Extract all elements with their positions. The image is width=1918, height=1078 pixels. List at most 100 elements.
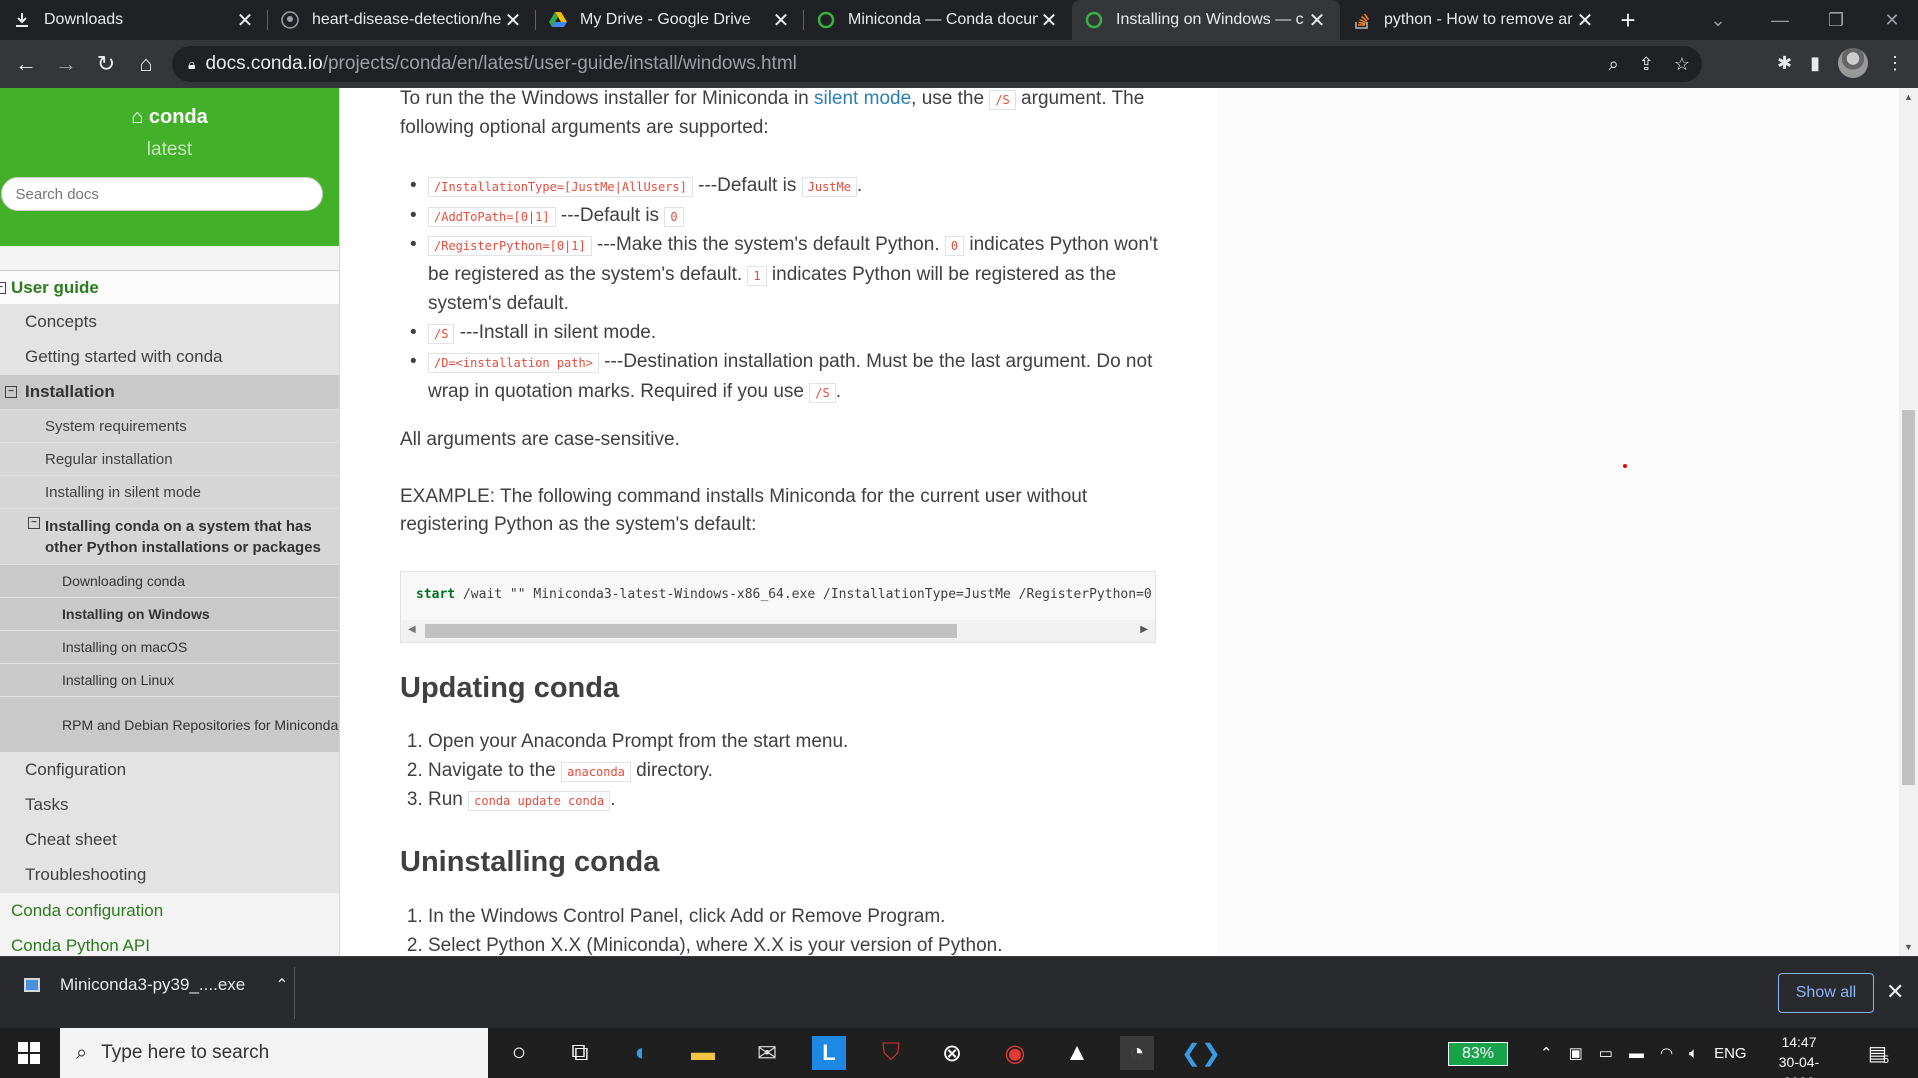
battery-icon[interactable]: ▬ [1629, 1045, 1644, 1062]
sidebar-item-installation[interactable]: − Installation [0, 375, 339, 410]
horizontal-scrollbar[interactable]: ◀ ▶ [401, 620, 1155, 642]
sidebar-item-tasks[interactable]: Tasks [0, 788, 339, 823]
installer-file-icon [24, 978, 40, 992]
close-icon[interactable]: ✕ [1574, 8, 1596, 33]
zoom-icon[interactable]: ⌕ [1609, 54, 1619, 75]
sidebar-item-silent-mode[interactable]: Installing in silent mode [0, 476, 339, 509]
sidebar-item-installing-windows[interactable]: Installing on Windows [0, 598, 339, 631]
language-indicator[interactable]: ENG [1714, 1045, 1747, 1062]
forward-arrow-icon[interactable]: → [46, 44, 86, 84]
cursor-dot [1623, 464, 1627, 468]
vscode-icon[interactable]: ❮❯ [1181, 1036, 1221, 1070]
share-icon[interactable]: ⇪ [1639, 54, 1654, 75]
collapse-icon[interactable]: − [0, 282, 6, 294]
back-arrow-icon[interactable]: ← [6, 44, 46, 84]
minimize-button[interactable]: — [1752, 0, 1808, 40]
scrollbar-thumb[interactable] [1902, 410, 1915, 785]
arguments-list: /InstallationType=[JustMe|AllUsers] ---D… [400, 172, 1170, 407]
tab-google-drive[interactable]: My Drive - Google Drive ✕ [536, 0, 804, 40]
sidebar-item-configuration[interactable]: Configuration [0, 753, 339, 788]
scroll-left-icon[interactable]: ◀ [408, 624, 416, 635]
task-view-icon[interactable]: ⧉ [563, 1036, 597, 1070]
sidebar-item-regular-installation[interactable]: Regular installation [0, 443, 339, 476]
chevron-up-icon[interactable]: ⌃ [275, 975, 288, 995]
battery-badge[interactable]: 83% [1448, 1042, 1508, 1066]
wifi-icon[interactable]: ◠ [1660, 1044, 1673, 1062]
mail-icon[interactable]: ✉ [750, 1036, 784, 1070]
chrome-icon[interactable]: ◉ [998, 1036, 1032, 1070]
taskbar-search[interactable]: ⌕ Type here to search [60, 1028, 488, 1078]
sidebar-item-getting-started[interactable]: Getting started with conda [0, 340, 339, 375]
sidebar-item-installing-macos[interactable]: Installing on macOS [0, 631, 339, 664]
reload-icon[interactable]: ↻ [86, 44, 126, 84]
sidebar-item-concepts[interactable]: Concepts [0, 305, 339, 340]
sidebar-item-rpm-debian[interactable]: RPM and Debian Repositories for Minicond… [0, 697, 339, 753]
sidebar-item-user-guide[interactable]: −User guide [0, 270, 339, 305]
clock[interactable]: 14:47 30-04-2022 [1764, 1032, 1834, 1078]
restore-button[interactable]: ❐ [1808, 0, 1864, 40]
collapse-icon[interactable]: − [28, 517, 40, 529]
new-tab-button[interactable]: + [1608, 0, 1648, 40]
extensions-icon[interactable]: ✱ [1777, 53, 1792, 74]
right-margin [1217, 88, 1899, 956]
sidebar-item-downloading-conda[interactable]: Downloading conda [0, 565, 339, 598]
side-panel-icon[interactable]: ▮ [1810, 53, 1820, 74]
scroll-down-icon[interactable]: ▼ [1904, 942, 1913, 952]
close-icon[interactable]: ✕ [1306, 8, 1328, 33]
sidebar-item-conda-configuration[interactable]: Conda configuration [0, 893, 339, 928]
list-item: /InstallationType=[JustMe|AllUsers] ---D… [400, 172, 1170, 202]
close-icon[interactable]: ✕ [770, 8, 792, 33]
scrollbar-thumb[interactable] [425, 624, 957, 638]
scroll-up-icon[interactable]: ▲ [1904, 92, 1913, 102]
close-icon[interactable]: ✕ [234, 8, 256, 33]
file-explorer-icon[interactable]: ▬ [686, 1036, 720, 1070]
address-bar[interactable]: 🔒︎ docs.conda.io/projects/conda/en/lates… [172, 46, 1702, 82]
windows-start-icon[interactable] [12, 1036, 46, 1070]
google-drive-icon [548, 10, 568, 30]
sidebar-item-conda-python-api[interactable]: Conda Python API [0, 928, 339, 956]
menu-icon[interactable]: ⋮ [1886, 53, 1904, 74]
tab-miniconda[interactable]: Miniconda — Conda docum ✕ [804, 0, 1072, 40]
avatar[interactable] [1838, 48, 1868, 78]
mcafee-icon[interactable]: ⛉ [874, 1036, 908, 1070]
tab-title: Installing on Windows — c [1116, 11, 1304, 28]
bookmark-star-icon[interactable]: ☆ [1674, 54, 1690, 75]
sidebar-item-installing-linux[interactable]: Installing on Linux [0, 664, 339, 697]
scroll-right-icon[interactable]: ▶ [1140, 624, 1148, 635]
close-icon[interactable]: ✕ [1886, 979, 1904, 1005]
project-title[interactable]: ⌂ conda [0, 106, 339, 129]
tab-github[interactable]: heart-disease-detection/he ✕ [268, 0, 536, 40]
volume-icon[interactable]: 🔈︎ [1689, 1045, 1698, 1062]
show-all-button[interactable]: Show all [1778, 973, 1874, 1013]
search-icon: ⌕ [76, 1041, 88, 1064]
tab-search-icon[interactable]: ⌄ [1690, 0, 1746, 40]
app-l-icon[interactable]: L [812, 1036, 846, 1070]
meet-icon[interactable]: ▣ [1569, 1044, 1583, 1062]
download-item[interactable]: Miniconda3-py39_....exe ⌃ [24, 975, 289, 995]
sidebar-item-troubleshooting[interactable]: Troubleshooting [0, 858, 339, 893]
silent-mode-link[interactable]: silent mode [814, 88, 911, 109]
tab-downloads[interactable]: Downloads ✕ [0, 0, 268, 40]
tab-installing-windows[interactable]: Installing on Windows — c ✕ [1072, 0, 1340, 40]
sidebar-item-cheat-sheet[interactable]: Cheat sheet [0, 823, 339, 858]
chevron-up-icon[interactable]: ⌃ [1540, 1044, 1553, 1062]
page-scrollbar[interactable]: ▲ ▼ [1899, 88, 1918, 956]
download-icon [12, 10, 32, 30]
display-icon[interactable]: ▭ [1599, 1044, 1613, 1062]
loading-icon [816, 10, 836, 30]
cortana-icon[interactable]: ○ [502, 1036, 536, 1070]
snip-icon[interactable]: ◔ [1120, 1036, 1154, 1070]
notification-center[interactable]: ▤ 5 [1868, 1028, 1889, 1078]
photos-icon[interactable]: ▲ [1060, 1036, 1094, 1070]
sidebar-item-other-python[interactable]: − Installing conda on a system that has o… [0, 509, 339, 565]
sidebar-item-system-requirements[interactable]: System requirements [0, 410, 339, 443]
tab-stackoverflow[interactable]: python - How to remove ar ✕ [1340, 0, 1608, 40]
edge-icon[interactable]: ◐ [625, 1036, 659, 1070]
search-docs-input[interactable] [0, 177, 323, 211]
home-icon[interactable]: ⌂ [126, 44, 166, 84]
close-icon[interactable]: ✕ [1038, 8, 1060, 33]
close-icon[interactable]: ✕ [502, 8, 524, 33]
xbox-icon[interactable]: ⊗ [935, 1036, 969, 1070]
collapse-icon[interactable]: − [5, 386, 17, 398]
window-close-button[interactable]: ✕ [1864, 0, 1918, 40]
